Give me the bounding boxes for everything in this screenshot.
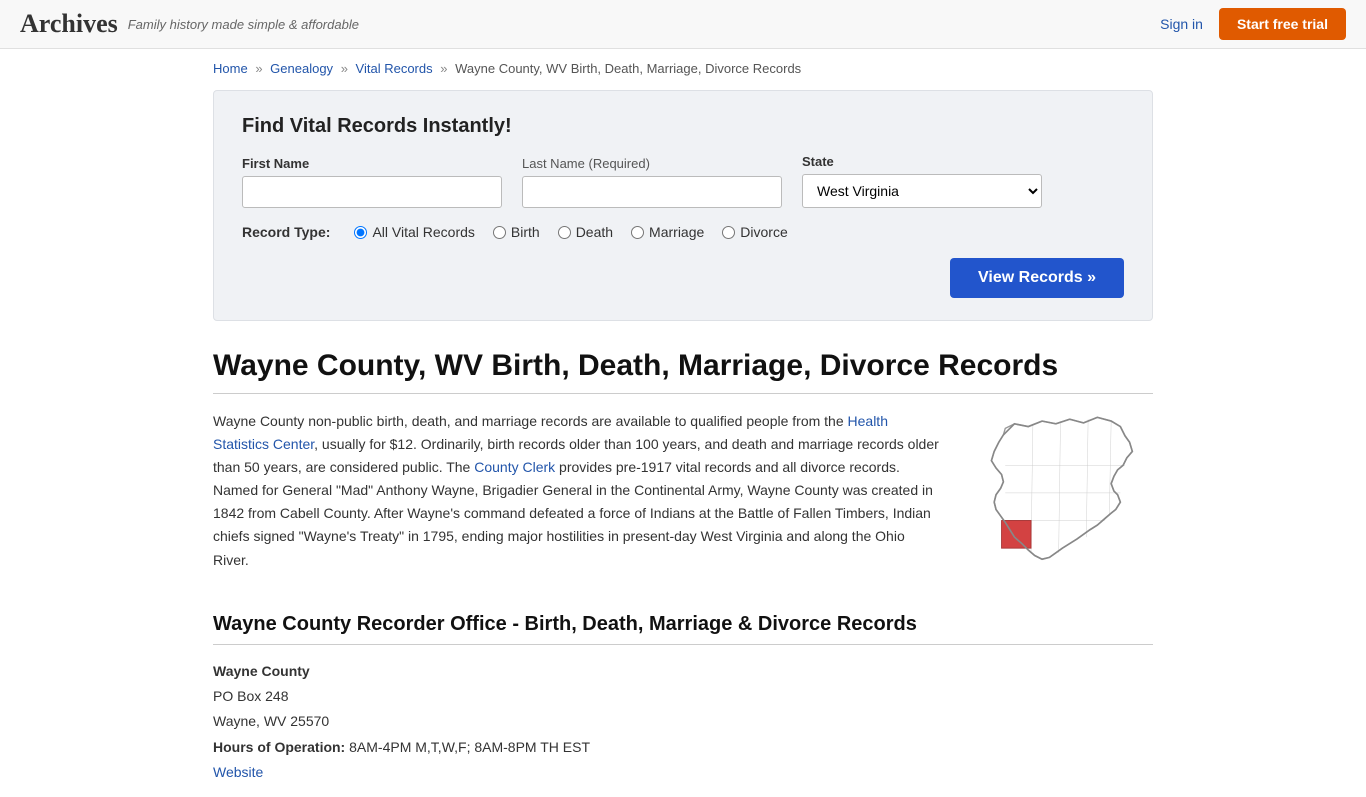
breadcrumb-current: Wayne County, WV Birth, Death, Marriage,… [455, 61, 801, 76]
breadcrumb-vital-records[interactable]: Vital Records [356, 61, 433, 76]
recorder-hours: Hours of Operation: 8AM-4PM M,T,W,F; 8AM… [213, 735, 1153, 760]
search-fields: First Name Last Name (Required) State Al… [242, 154, 1124, 208]
record-type-death-radio[interactable] [558, 226, 571, 239]
first-name-input[interactable] [242, 176, 502, 208]
hours-value-text: 8AM-4PM M,T,W,F; 8AM-8PM TH EST [349, 739, 590, 755]
recorder-address-1: PO Box 248 [213, 684, 1153, 709]
last-name-input[interactable] [522, 176, 782, 208]
main-content: Home » Genealogy » Vital Records » Wayne… [193, 49, 1173, 797]
sign-in-link[interactable]: Sign in [1160, 16, 1203, 32]
body-paragraph: Wayne County non-public birth, death, an… [213, 410, 940, 572]
breadcrumb: Home » Genealogy » Vital Records » Wayne… [213, 61, 1153, 76]
record-type-marriage-radio[interactable] [631, 226, 644, 239]
view-records-row: View Records » [242, 258, 1124, 298]
breadcrumb-sep-1: » [255, 61, 262, 76]
recorder-website-link[interactable]: Website [213, 764, 263, 780]
record-type-label: Record Type: [242, 224, 330, 240]
recorder-county-name: Wayne County [213, 659, 1153, 684]
state-label: State [802, 154, 1042, 169]
record-type-all-radio[interactable] [354, 226, 367, 239]
record-type-death[interactable]: Death [558, 224, 613, 240]
header-left: Archives Family history made simple & af… [20, 9, 359, 39]
record-type-divorce-radio[interactable] [722, 226, 735, 239]
site-header: Archives Family history made simple & af… [0, 0, 1366, 49]
breadcrumb-sep-2: » [341, 61, 348, 76]
record-type-divorce[interactable]: Divorce [722, 224, 787, 240]
start-trial-button[interactable]: Start free trial [1219, 8, 1346, 40]
county-clerk-link[interactable]: County Clerk [474, 459, 555, 475]
page-title: Wayne County, WV Birth, Death, Marriage,… [213, 349, 1153, 394]
recorder-section: Wayne County Recorder Office - Birth, De… [213, 613, 1153, 785]
last-name-label: Last Name (Required) [522, 156, 782, 171]
breadcrumb-genealogy[interactable]: Genealogy [270, 61, 333, 76]
site-tagline: Family history made simple & affordable [128, 17, 359, 32]
record-type-birth[interactable]: Birth [493, 224, 540, 240]
recorder-website-row: Website [213, 760, 1153, 785]
last-name-group: Last Name (Required) [522, 156, 782, 208]
map-container [968, 410, 1153, 585]
breadcrumb-home[interactable]: Home [213, 61, 248, 76]
wv-state-map [968, 410, 1153, 585]
first-name-group: First Name [242, 156, 502, 208]
search-title: Find Vital Records Instantly! [242, 115, 1124, 138]
record-type-all[interactable]: All Vital Records [354, 224, 474, 240]
search-box: Find Vital Records Instantly! First Name… [213, 90, 1153, 321]
recorder-info: Wayne County PO Box 248 Wayne, WV 25570 … [213, 659, 1153, 785]
first-name-label: First Name [242, 156, 502, 171]
header-right: Sign in Start free trial [1160, 8, 1346, 40]
state-group: State All United States AlabamaAlaskaAri… [802, 154, 1042, 208]
record-type-birth-radio[interactable] [493, 226, 506, 239]
recorder-address-2: Wayne, WV 25570 [213, 709, 1153, 734]
body-text-3: provides pre-1917 vital records and all … [213, 459, 933, 567]
recorder-title: Wayne County Recorder Office - Birth, De… [213, 613, 1153, 645]
state-select[interactable]: All United States AlabamaAlaskaArizona A… [802, 174, 1042, 208]
record-type-row: Record Type: All Vital Records Birth Dea… [242, 224, 1124, 240]
site-logo: Archives [20, 9, 118, 39]
breadcrumb-sep-3: » [440, 61, 447, 76]
body-text-1: Wayne County non-public birth, death, an… [213, 413, 848, 429]
hours-label: Hours of Operation: [213, 739, 345, 755]
body-description: Wayne County non-public birth, death, an… [213, 410, 940, 585]
view-records-button[interactable]: View Records » [950, 258, 1124, 298]
body-content: Wayne County non-public birth, death, an… [213, 410, 1153, 585]
record-type-marriage[interactable]: Marriage [631, 224, 704, 240]
